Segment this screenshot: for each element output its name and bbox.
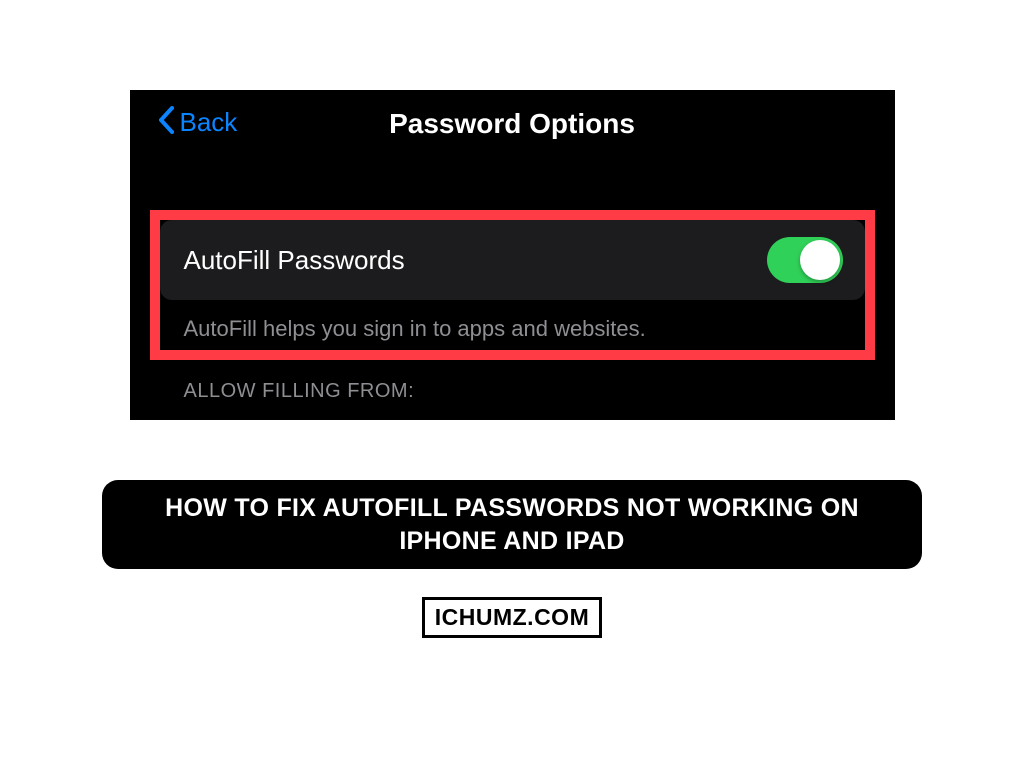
chevron-left-icon	[158, 106, 174, 139]
navigation-bar: Back Password Options	[130, 90, 895, 150]
autofill-passwords-label: AutoFill Passwords	[184, 245, 405, 276]
back-button[interactable]: Back	[158, 106, 238, 139]
autofill-footer-text: AutoFill helps you sign in to apps and w…	[184, 316, 646, 342]
back-label: Back	[180, 107, 238, 138]
site-name-badge: ICHUMZ.COM	[422, 597, 602, 638]
autofill-passwords-toggle[interactable]	[767, 237, 843, 283]
article-title-banner: HOW TO FIX AUTOFILL PASSWORDS NOT WORKIN…	[102, 480, 922, 569]
allow-filling-section-header: ALLOW FILLING FROM:	[184, 380, 415, 403]
ios-settings-screenshot: Back Password Options AutoFill Passwords…	[130, 90, 895, 420]
autofill-passwords-row[interactable]: AutoFill Passwords	[160, 220, 865, 300]
page-title: Password Options	[389, 108, 635, 140]
toggle-knob	[800, 240, 840, 280]
